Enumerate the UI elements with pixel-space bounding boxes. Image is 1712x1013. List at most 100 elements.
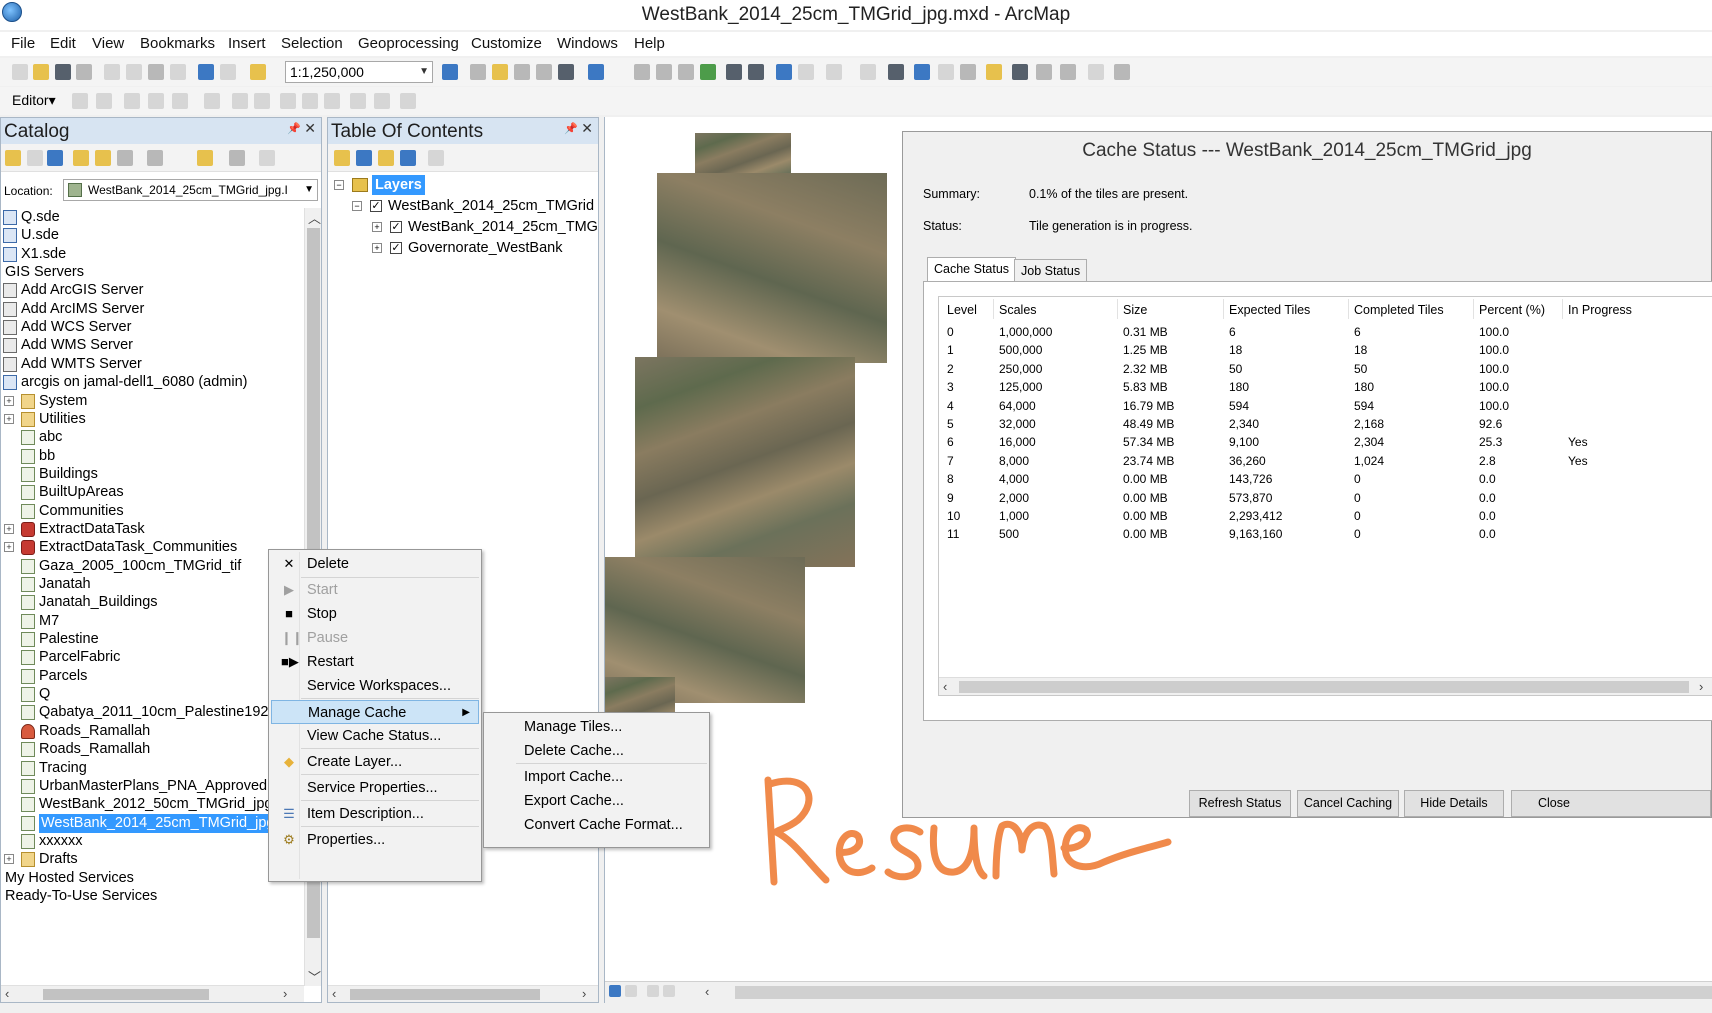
- redo-icon[interactable]: [220, 64, 236, 80]
- collapse-icon[interactable]: −: [352, 201, 362, 211]
- refresh-status-button[interactable]: Refresh Status: [1189, 790, 1291, 817]
- scrollbar-thumb[interactable]: [43, 989, 209, 1000]
- scroll-left-icon[interactable]: ‹: [332, 986, 336, 1001]
- fixed-zoom-out-icon[interactable]: [748, 64, 764, 80]
- find-route-icon[interactable]: [1036, 64, 1052, 80]
- expand-icon[interactable]: +: [372, 222, 382, 232]
- open-icon[interactable]: [33, 64, 49, 80]
- menu-item-properties[interactable]: ⚙ Properties...: [271, 828, 479, 852]
- table-column-header[interactable]: Size: [1123, 303, 1147, 317]
- table-column-header[interactable]: Level: [947, 303, 977, 317]
- pin-icon[interactable]: 📌: [287, 122, 301, 135]
- table-column-header[interactable]: Expected Tiles: [1229, 303, 1310, 317]
- menu-file[interactable]: File: [11, 35, 35, 52]
- up-one-level-icon[interactable]: [73, 150, 89, 166]
- submenu-item-delete-cache[interactable]: Delete Cache...: [486, 739, 707, 763]
- location-combo[interactable]: WestBank_2014_25cm_TMGrid_jpg.I ▼: [63, 179, 318, 201]
- find-icon[interactable]: [1012, 64, 1028, 80]
- fixed-zoom-in-icon[interactable]: [726, 64, 742, 80]
- menu-item-manage-cache[interactable]: Manage Cache ▶: [271, 700, 479, 724]
- table-column-header[interactable]: Percent (%): [1479, 303, 1545, 317]
- cut-polygons-icon[interactable]: [280, 93, 296, 109]
- scroll-left-icon[interactable]: ‹: [705, 984, 709, 999]
- menu-item-item-description[interactable]: ☰ Item Description...: [271, 802, 479, 826]
- add-data-icon[interactable]: [250, 64, 266, 80]
- expand-icon[interactable]: +: [4, 413, 14, 424]
- menu-item-service-workspaces[interactable]: Service Workspaces...: [271, 674, 479, 698]
- list-by-source-icon[interactable]: [356, 150, 372, 166]
- end-point-arc-icon[interactable]: [148, 93, 164, 109]
- list-by-drawing-order-icon[interactable]: [334, 150, 350, 166]
- toc-horizontal-scrollbar[interactable]: ‹ ›: [328, 985, 598, 1002]
- reshape-icon[interactable]: [254, 93, 270, 109]
- scroll-right-icon[interactable]: ›: [1699, 679, 1703, 694]
- scroll-left-icon[interactable]: ‹: [5, 986, 9, 1001]
- attributes-icon[interactable]: [350, 93, 366, 109]
- catalog-horizontal-scrollbar[interactable]: ‹ ›: [1, 985, 304, 1002]
- scroll-up-icon[interactable]: ︿: [308, 208, 321, 227]
- menu-help[interactable]: Help: [634, 35, 665, 52]
- save-icon[interactable]: [55, 64, 71, 80]
- layer-visibility-checkbox[interactable]: ✓: [390, 242, 402, 254]
- editor-toolbar-icon[interactable]: [442, 64, 458, 80]
- layer-visibility-checkbox[interactable]: ✓: [370, 200, 382, 212]
- collapse-icon[interactable]: −: [334, 180, 344, 190]
- layer-visibility-checkbox[interactable]: ✓: [390, 221, 402, 233]
- options-icon[interactable]: [259, 150, 275, 166]
- arctoolbox-icon[interactable]: [536, 64, 552, 80]
- back-extent-icon[interactable]: [776, 64, 792, 80]
- forward-icon[interactable]: [47, 150, 63, 166]
- time-slider-icon[interactable]: [1088, 64, 1104, 80]
- menu-customize[interactable]: Customize: [471, 35, 542, 52]
- edit-vertices-icon[interactable]: [232, 93, 248, 109]
- map-scrollbar-thumb[interactable]: [735, 986, 1712, 999]
- refresh-icon[interactable]: [647, 985, 659, 997]
- toc-window-icon[interactable]: [470, 64, 486, 80]
- menu-item-stop[interactable]: ■ Stop: [271, 602, 479, 626]
- menu-item-view-cache-status[interactable]: View Cache Status...: [271, 724, 479, 748]
- tab-job-status[interactable]: Job Status: [1014, 259, 1088, 282]
- copy-icon[interactable]: [126, 64, 142, 80]
- scrollbar-thumb[interactable]: [350, 989, 540, 1000]
- menu-item-pause[interactable]: ❙❙ Pause: [271, 626, 479, 650]
- menu-item-start[interactable]: ▶ Start: [271, 578, 479, 602]
- map-scale-combo[interactable]: 1:1,250,000 ▼: [285, 61, 433, 83]
- menu-edit[interactable]: Edit: [50, 35, 76, 52]
- sketch-properties-icon[interactable]: [374, 93, 390, 109]
- clear-selection-icon[interactable]: [860, 64, 876, 80]
- rotate-icon[interactable]: [324, 93, 340, 109]
- menu-bookmarks[interactable]: Bookmarks: [140, 35, 215, 52]
- scrollbar-thumb[interactable]: [959, 681, 1689, 693]
- menu-geoprocessing[interactable]: Geoprocessing: [358, 35, 459, 52]
- editor-menu-button[interactable]: Editor▾: [12, 92, 56, 109]
- full-extent-icon[interactable]: [700, 64, 716, 80]
- html-popup-icon[interactable]: [960, 64, 976, 80]
- split-icon[interactable]: [302, 93, 318, 109]
- menu-view[interactable]: View: [92, 35, 124, 52]
- menu-selection[interactable]: Selection: [281, 35, 343, 52]
- hyperlink-icon[interactable]: [938, 64, 954, 80]
- go-to-xy-icon[interactable]: [1060, 64, 1076, 80]
- identify-icon[interactable]: [914, 64, 930, 80]
- pause-drawing-icon[interactable]: [663, 985, 675, 997]
- submenu-item-export-cache[interactable]: Export Cache...: [486, 789, 707, 813]
- expand-icon[interactable]: +: [4, 542, 14, 553]
- point-icon[interactable]: [204, 93, 220, 109]
- scroll-left-icon[interactable]: ‹: [943, 679, 947, 694]
- submenu-item-convert-cache-format[interactable]: Convert Cache Format...: [486, 813, 707, 837]
- measure-icon[interactable]: [986, 64, 1002, 80]
- pan-icon[interactable]: [678, 64, 694, 80]
- create-features-icon[interactable]: [400, 93, 416, 109]
- python-window-icon[interactable]: [558, 64, 574, 80]
- close-icon[interactable]: ✕: [581, 120, 593, 137]
- tab-cache-status[interactable]: Cache Status: [927, 257, 1017, 282]
- undo-icon[interactable]: [198, 64, 214, 80]
- table-horizontal-scrollbar[interactable]: ‹ ›: [939, 677, 1712, 695]
- select-elements-icon[interactable]: [888, 64, 904, 80]
- table-column-header[interactable]: In Progress: [1568, 303, 1632, 317]
- model-builder-icon[interactable]: [588, 64, 604, 80]
- table-column-header[interactable]: Completed Tiles: [1354, 303, 1444, 317]
- edit-annotation-icon[interactable]: [96, 93, 112, 109]
- scroll-right-icon[interactable]: ›: [283, 986, 287, 1001]
- select-features-icon[interactable]: [826, 64, 842, 80]
